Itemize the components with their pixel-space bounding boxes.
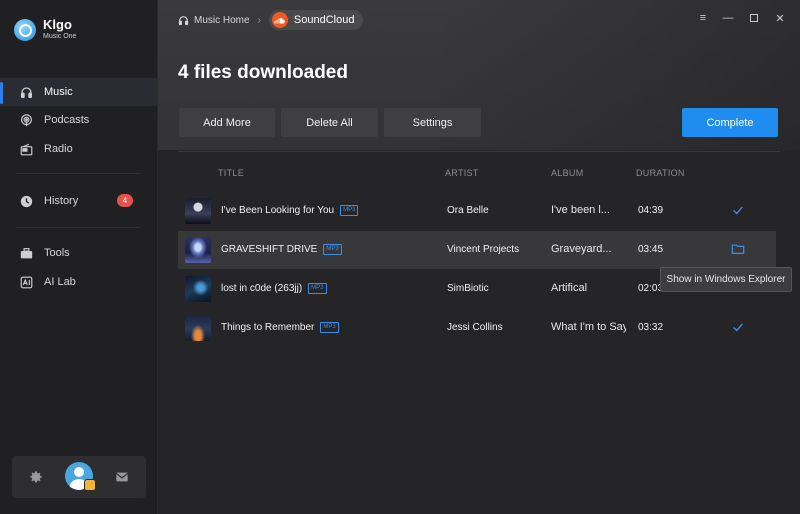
sidebar-divider — [16, 173, 140, 174]
toolbox-icon — [20, 247, 33, 260]
check-icon — [731, 320, 745, 334]
format-badge: MP3 — [340, 205, 359, 216]
sidebar-item-history[interactable]: History 4 — [0, 187, 157, 215]
format-badge: MP3 — [308, 283, 327, 294]
column-header-duration[interactable]: DURATION — [636, 168, 685, 178]
sidebar-divider — [16, 227, 140, 228]
track-cover-image — [185, 237, 211, 263]
sidebar-item-label: AI Lab — [44, 276, 76, 288]
settings-button[interactable]: Settings — [384, 108, 481, 137]
track-album: I've been l... — [551, 204, 610, 216]
app-name: Klgo — [43, 17, 72, 32]
premium-badge-icon — [84, 479, 96, 491]
sidebar-item-radio[interactable]: Radio — [0, 135, 157, 163]
sidebar-item-label: Tools — [44, 247, 70, 259]
account-bar — [12, 456, 146, 498]
ai-icon — [20, 276, 33, 289]
track-artist: Vincent Projects — [447, 244, 520, 255]
breadcrumb: Music Home › SoundCloud — [178, 10, 364, 30]
table-row[interactable]: I've Been Looking for You MP3 Ora Belle … — [178, 192, 776, 230]
track-title: Things to Remember — [221, 322, 315, 333]
clock-icon — [20, 195, 33, 208]
sidebar-item-podcasts[interactable]: Podcasts — [0, 106, 157, 134]
divider — [178, 151, 780, 152]
column-header-title[interactable]: TITLE — [218, 168, 244, 178]
column-header-album[interactable]: ALBUM — [551, 168, 584, 178]
sidebar-item-tools[interactable]: Tools — [0, 239, 157, 267]
menu-icon[interactable]: ≡ — [697, 12, 709, 24]
sidebar-item-label: Podcasts — [44, 114, 90, 126]
track-duration: 03:45 — [638, 244, 664, 255]
sidebar-item-label: History — [44, 195, 79, 207]
podcast-icon — [20, 113, 33, 127]
delete-all-button[interactable]: Delete All — [281, 108, 378, 137]
sidebar-item-label: Radio — [44, 143, 73, 155]
track-artist: Ora Belle — [447, 205, 489, 216]
format-badge: MP3 — [320, 322, 339, 333]
app-logo: Klgo Music One — [14, 18, 76, 42]
track-album: What I'm to Say — [551, 321, 626, 333]
breadcrumb-soundcloud[interactable]: SoundCloud — [268, 10, 364, 30]
headphones-icon — [178, 15, 189, 25]
track-album: Artifical — [551, 282, 588, 294]
folder-icon[interactable] — [731, 242, 745, 256]
page-title: 4 files downloaded — [178, 62, 348, 83]
sidebar-item-music[interactable]: Music — [0, 78, 157, 106]
track-cover-image — [185, 315, 211, 341]
track-title: lost in c0de (263jj) — [221, 283, 303, 294]
column-header-artist[interactable]: ARTIST — [445, 168, 479, 178]
sidebar: Klgo Music One Music Podcasts Radio Hist… — [0, 0, 158, 514]
table-row[interactable]: Things to Remember MP3 Jessi Collins Wha… — [178, 309, 776, 347]
add-more-button[interactable]: Add More — [179, 108, 275, 137]
mail-icon[interactable] — [115, 470, 129, 484]
chevron-right-icon: › — [257, 14, 261, 26]
track-cover-image — [185, 198, 211, 224]
history-count-badge: 4 — [117, 194, 133, 207]
track-artist: SimBiotic — [447, 283, 489, 294]
track-cover-image — [185, 276, 211, 302]
headphones-icon — [20, 86, 33, 99]
main-panel: Music Home › SoundCloud ≡ — ✕ 4 files do… — [158, 0, 800, 514]
app-subtitle: Music One — [43, 33, 77, 40]
klgo-logo-icon — [14, 19, 36, 41]
table-row[interactable]: GRAVESHIFT DRIVE MP3 Vincent Projects Gr… — [178, 231, 776, 269]
minimize-icon[interactable]: — — [722, 12, 734, 24]
check-icon — [731, 203, 745, 217]
complete-button[interactable]: Complete — [682, 108, 778, 137]
format-badge: MP3 — [323, 244, 342, 255]
breadcrumb-music-home[interactable]: Music Home — [178, 15, 250, 26]
track-title: I've Been Looking for You — [221, 205, 335, 216]
close-icon[interactable]: ✕ — [774, 12, 786, 25]
gear-icon[interactable] — [29, 470, 43, 484]
radio-icon — [20, 143, 33, 156]
track-album: Graveyard... — [551, 243, 612, 255]
track-duration: 03:32 — [638, 322, 664, 333]
sidebar-item-label: Music — [44, 86, 73, 98]
tooltip: Show in Windows Explorer — [660, 267, 792, 292]
track-artist: Jessi Collins — [447, 322, 503, 333]
maximize-icon[interactable] — [748, 12, 760, 24]
soundcloud-icon — [271, 12, 288, 28]
track-title: GRAVESHIFT DRIVE — [221, 244, 318, 255]
track-duration: 04:39 — [638, 205, 664, 216]
sidebar-item-ai-lab[interactable]: AI Lab — [0, 268, 157, 296]
